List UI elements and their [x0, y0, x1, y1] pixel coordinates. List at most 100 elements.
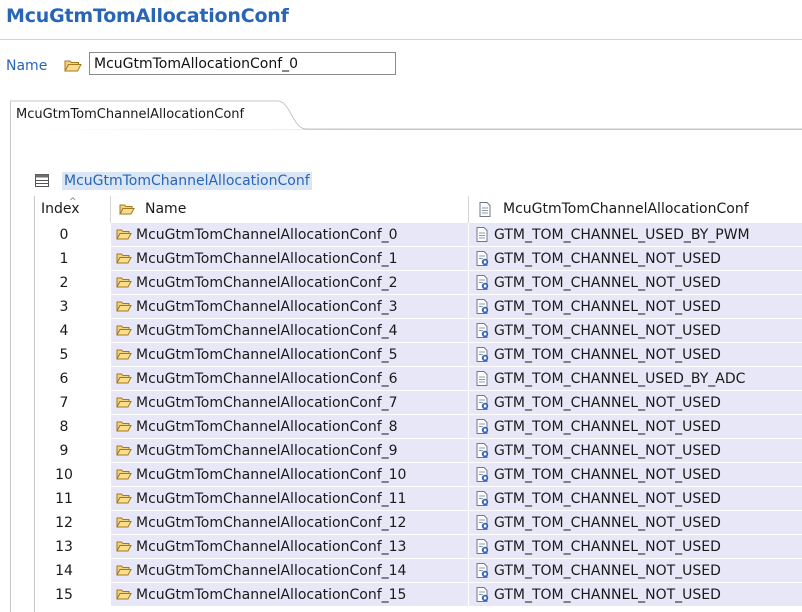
row-name: McuGtmTomChannelAllocationConf_8 [136, 419, 398, 435]
row-allocation-value: GTM_TOM_CHANNEL_NOT_USED [494, 251, 721, 267]
row-name: McuGtmTomChannelAllocationConf_13 [136, 539, 407, 555]
table-row[interactable]: 9 McuGtmTomChannelAllocationConf_9 GTM_TOM… [35, 439, 802, 463]
table-row[interactable]: 0 McuGtmTomChannelAllocationConf_0 GTM_TOM… [35, 223, 802, 247]
table-row[interactable]: 2 McuGtmTomChannelAllocationConf_2 GTM_TOM… [35, 271, 802, 295]
row-allocation-value: GTM_TOM_CHANNEL_NOT_USED [494, 323, 721, 339]
table-header: ^ Index Name McuGtmTomChannelAllocationC… [35, 196, 802, 223]
row-name-cell[interactable]: McuGtmTomChannelAllocationConf_3 [111, 295, 468, 319]
table-row[interactable]: 6 McuGtmTomChannelAllocationConf_6 GTM_TOM… [35, 367, 802, 391]
row-name: McuGtmTomChannelAllocationConf_10 [136, 467, 407, 483]
row-name: McuGtmTomChannelAllocationConf_5 [136, 347, 398, 363]
row-name-cell[interactable]: McuGtmTomChannelAllocationConf_12 [111, 511, 468, 535]
row-allocation-cell[interactable]: GTM_TOM_CHANNEL_NOT_USED [469, 319, 802, 343]
table-row[interactable]: 12 McuGtmTomChannelAllocationConf_12 GTM_T… [35, 511, 802, 535]
folder-open-icon [64, 60, 82, 72]
row-name-cell[interactable]: McuGtmTomChannelAllocationConf_10 [111, 463, 468, 487]
name-input[interactable] [89, 52, 396, 75]
row-name: McuGtmTomChannelAllocationConf_0 [136, 227, 398, 243]
row-name-cell[interactable]: McuGtmTomChannelAllocationConf_11 [111, 487, 468, 511]
document-default-value-icon [476, 275, 489, 290]
row-allocation-value: GTM_TOM_CHANNEL_NOT_USED [494, 563, 721, 579]
row-name-cell[interactable]: McuGtmTomChannelAllocationConf_7 [111, 391, 468, 415]
table-row[interactable]: 4 McuGtmTomChannelAllocationConf_4 GTM_TOM… [35, 319, 802, 343]
row-allocation-value: GTM_TOM_CHANNEL_USED_BY_ADC [494, 371, 746, 387]
row-name-cell[interactable]: McuGtmTomChannelAllocationConf_9 [111, 439, 468, 463]
table-row[interactable]: 13 McuGtmTomChannelAllocationConf_13 GTM_T… [35, 535, 802, 559]
folder-open-icon [119, 204, 135, 215]
folder-open-icon [116, 349, 132, 360]
row-name-cell[interactable]: McuGtmTomChannelAllocationConf_6 [111, 367, 468, 391]
folder-open-icon [116, 445, 132, 456]
row-name-cell[interactable]: McuGtmTomChannelAllocationConf_0 [111, 223, 468, 247]
row-name-cell[interactable]: McuGtmTomChannelAllocationConf_8 [111, 415, 468, 439]
table-row[interactable]: 11 McuGtmTomChannelAllocationConf_11 GTM_T… [35, 487, 802, 511]
document-icon [476, 227, 488, 242]
document-icon [479, 202, 491, 217]
section-link[interactable]: McuGtmTomChannelAllocationConf [62, 172, 312, 190]
row-allocation-value: GTM_TOM_CHANNEL_NOT_USED [494, 299, 721, 315]
row-name-cell[interactable]: McuGtmTomChannelAllocationConf_15 [111, 583, 468, 607]
row-index: 13 [35, 535, 111, 559]
row-name: McuGtmTomChannelAllocationConf_1 [136, 251, 398, 267]
column-header-index[interactable]: ^ Index [35, 196, 111, 223]
row-allocation-cell[interactable]: GTM_TOM_CHANNEL_NOT_USED [469, 415, 802, 439]
row-allocation-value: GTM_TOM_CHANNEL_NOT_USED [494, 395, 721, 411]
row-index: 11 [35, 487, 111, 511]
row-allocation-cell[interactable]: GTM_TOM_CHANNEL_USED_BY_ADC [469, 367, 802, 391]
folder-open-icon [116, 229, 132, 240]
row-index: 8 [35, 415, 111, 439]
row-allocation-cell[interactable]: GTM_TOM_CHANNEL_NOT_USED [469, 511, 802, 535]
row-allocation-cell[interactable]: GTM_TOM_CHANNEL_NOT_USED [469, 391, 802, 415]
document-default-value-icon [476, 491, 489, 506]
document-default-value-icon [476, 563, 489, 578]
row-allocation-value: GTM_TOM_CHANNEL_NOT_USED [494, 419, 721, 435]
row-allocation-cell[interactable]: GTM_TOM_CHANNEL_NOT_USED [469, 535, 802, 559]
row-name-cell[interactable]: McuGtmTomChannelAllocationConf_2 [111, 271, 468, 295]
row-allocation-value: GTM_TOM_CHANNEL_NOT_USED [494, 443, 721, 459]
column-header-allocation[interactable]: McuGtmTomChannelAllocationConf [469, 196, 802, 223]
tab-channel-allocation[interactable]: McuGtmTomChannelAllocationConf [16, 107, 244, 122]
row-name: McuGtmTomChannelAllocationConf_2 [136, 275, 398, 291]
row-allocation-cell[interactable]: GTM_TOM_CHANNEL_NOT_USED [469, 439, 802, 463]
row-allocation-value: GTM_TOM_CHANNEL_NOT_USED [494, 491, 721, 507]
row-allocation-cell[interactable]: GTM_TOM_CHANNEL_NOT_USED [469, 271, 802, 295]
table-row[interactable]: 14 McuGtmTomChannelAllocationConf_14 GTM_T… [35, 559, 802, 583]
folder-open-icon [116, 421, 132, 432]
table-row[interactable]: 8 McuGtmTomChannelAllocationConf_8 GTM_TOM… [35, 415, 802, 439]
row-name-cell[interactable]: McuGtmTomChannelAllocationConf_4 [111, 319, 468, 343]
document-default-value-icon [476, 347, 489, 362]
document-default-value-icon [476, 587, 489, 602]
row-allocation-cell[interactable]: GTM_TOM_CHANNEL_NOT_USED [469, 343, 802, 367]
row-allocation-value: GTM_TOM_CHANNEL_USED_BY_PWM [494, 227, 750, 243]
row-index: 12 [35, 511, 111, 535]
row-allocation-cell[interactable]: GTM_TOM_CHANNEL_NOT_USED [469, 583, 802, 607]
row-name-cell[interactable]: McuGtmTomChannelAllocationConf_1 [111, 247, 468, 271]
document-default-value-icon [476, 323, 489, 338]
folder-open-icon [116, 253, 132, 264]
row-allocation-cell[interactable]: GTM_TOM_CHANNEL_NOT_USED [469, 559, 802, 583]
table-row[interactable]: 3 McuGtmTomChannelAllocationConf_3 GTM_TOM… [35, 295, 802, 319]
row-name-cell[interactable]: McuGtmTomChannelAllocationConf_13 [111, 535, 468, 559]
row-index: 1 [35, 247, 111, 271]
row-name-cell[interactable]: McuGtmTomChannelAllocationConf_5 [111, 343, 468, 367]
row-name-cell[interactable]: McuGtmTomChannelAllocationConf_14 [111, 559, 468, 583]
document-icon [476, 371, 488, 386]
row-name: McuGtmTomChannelAllocationConf_14 [136, 563, 407, 579]
table-row[interactable]: 7 McuGtmTomChannelAllocationConf_7 GTM_TOM… [35, 391, 802, 415]
column-header-name[interactable]: Name [111, 196, 469, 223]
row-allocation-cell[interactable]: GTM_TOM_CHANNEL_NOT_USED [469, 463, 802, 487]
row-allocation-cell[interactable]: GTM_TOM_CHANNEL_USED_BY_PWM [469, 223, 802, 247]
table-row[interactable]: 1 McuGtmTomChannelAllocationConf_1 GTM_TOM… [35, 247, 802, 271]
row-index: 3 [35, 295, 111, 319]
table-row[interactable]: 10 McuGtmTomChannelAllocationConf_10 GTM_T… [35, 463, 802, 487]
row-allocation-value: GTM_TOM_CHANNEL_NOT_USED [494, 539, 721, 555]
row-allocation-cell[interactable]: GTM_TOM_CHANNEL_NOT_USED [469, 295, 802, 319]
row-index: 6 [35, 367, 111, 391]
row-allocation-cell[interactable]: GTM_TOM_CHANNEL_NOT_USED [469, 247, 802, 271]
document-default-value-icon [476, 251, 489, 266]
table-row[interactable]: 5 McuGtmTomChannelAllocationConf_5 GTM_TOM… [35, 343, 802, 367]
row-allocation-cell[interactable]: GTM_TOM_CHANNEL_NOT_USED [469, 487, 802, 511]
column-label-allocation: McuGtmTomChannelAllocationConf [503, 201, 749, 217]
allocation-table: ^ Index Name McuGtmTomChannelAllocationC… [34, 196, 802, 612]
table-row[interactable]: 15 McuGtmTomChannelAllocationConf_15 GTM_T… [35, 583, 802, 607]
